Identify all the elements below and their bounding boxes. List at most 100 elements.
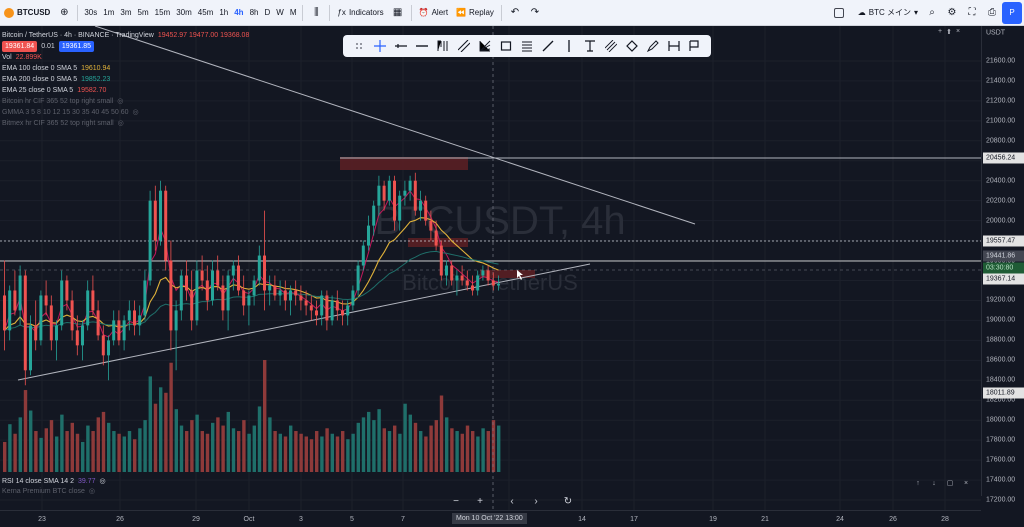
pane-down-icon[interactable]: ↓ [928,477,940,489]
undo-icon[interactable]: ↶ [505,0,525,26]
eye-off-icon[interactable]: ◎ [118,118,124,129]
search-icon[interactable]: ⌕ [922,0,942,26]
timeframe-D[interactable]: D [261,0,273,26]
gear-icon[interactable]: ⚙ [942,0,962,26]
redo-icon[interactable]: ↷ [525,0,545,26]
horizontal-ray-icon[interactable] [393,38,409,54]
volume-bar [185,431,189,472]
supply-zone-upper[interactable] [340,157,468,170]
add-pane-icon[interactable]: + [938,28,942,36]
volume-bar [278,433,282,472]
candle-body [263,255,266,291]
timeframe-8h[interactable]: 8h [247,0,262,26]
volume-bar [70,422,74,472]
indicators-button[interactable]: ƒx Indicators [333,0,387,26]
rsi-hidden-row[interactable]: Kerna Premium BTC close ◎ [2,487,106,497]
crosshair-icon[interactable] [372,38,388,54]
legend-hidden-indicator[interactable]: Bitcoin hr CIF 365 52 top right small ◎ [2,96,249,107]
timeframe-1m[interactable]: 1m [100,0,117,26]
candle-body [330,300,334,321]
candle-body [18,275,22,311]
sell-price-box[interactable]: 19361.84 [2,41,38,52]
legend-title[interactable]: Bitcoin / TetherUS · 4h · BINANCE · Trad… [2,30,154,41]
candle-body [408,180,412,191]
brush-icon[interactable] [603,38,619,54]
legend-hidden-indicator[interactable]: Bitmex hr CIF 365 52 top right small ◎ [2,118,249,129]
currency-label[interactable]: USDT [986,30,1005,37]
timeframe-M[interactable]: M [287,0,300,26]
timeframe-15m[interactable]: 15m [152,0,174,26]
timeframe-4h[interactable]: 4h [231,0,246,26]
volume-bar [39,437,43,472]
diamond-shape-icon[interactable] [624,38,640,54]
ascending-trendline[interactable] [17,263,591,381]
vertical-line-icon[interactable] [561,38,577,54]
trend-line-icon[interactable] [540,38,556,54]
candle-body [226,275,230,311]
volume-bar [190,420,194,472]
zoom-out-icon[interactable]: − [448,493,464,509]
reset-chart-icon[interactable]: ↻ [560,493,576,509]
pencil-icon[interactable] [645,38,661,54]
layout-menu-button[interactable]: ☁ BTC メイン ▾ [854,0,922,26]
pane-close-icon[interactable]: × [960,477,972,489]
volume-bar [169,362,173,472]
scroll-left-icon[interactable]: ‹ [504,493,520,509]
rectangle-icon[interactable] [498,38,514,54]
rsi-legend: RSI 14 close SMA 14 2 39.77 ◎ Kerna Prem… [2,477,106,497]
eye-off-icon[interactable]: ◎ [89,487,95,497]
timeframe-30s[interactable]: 30s [81,0,100,26]
eye-off-icon[interactable]: ◎ [132,107,138,118]
drag-handle-icon[interactable] [351,38,367,54]
alert-button[interactable]: ⏰ Alert [415,0,452,26]
bitcoin-logo-icon [4,7,14,18]
fib-fan-icon[interactable] [477,38,493,54]
legend-ema25-row[interactable]: EMA 25 close 0 SMA 5 19582.70 [2,85,249,96]
timeframe-30m[interactable]: 30m [173,0,195,26]
maximize-icon[interactable]: ▢ [944,477,956,489]
fib-retracement-icon[interactable] [519,38,535,54]
templates-grid-icon[interactable]: ▦ [388,0,408,26]
select-layout-checkbox[interactable] [833,7,844,18]
publish-button[interactable]: P [1002,1,1022,24]
scroll-right-icon[interactable]: › [528,493,544,509]
legend-hidden-indicator[interactable]: GMMA 3 5 8 10 12 15 30 35 40 45 50 60 ◎ [2,107,249,118]
price-axis[interactable]: USDT 21600.00 21400.00 21200.00 21000.00 208… [981,26,1024,504]
zoom-in-icon[interactable]: + [472,493,488,509]
candle-body [55,325,58,341]
pane-close-icon[interactable]: × [956,28,960,36]
legend-ema200-row[interactable]: EMA 200 close 0 SMA 5 19852.23 [2,74,249,85]
fullscreen-icon[interactable]: ⛶ [962,0,982,26]
timeframe-45m[interactable]: 45m [195,0,217,26]
measure-range-icon[interactable] [666,38,682,54]
pitchfork-icon[interactable] [435,38,451,54]
horizontal-line-icon[interactable] [414,38,430,54]
parallel-channel-icon[interactable] [456,38,472,54]
rsi-row[interactable]: RSI 14 close SMA 14 2 39.77 ◎ [2,477,106,487]
symbol-search-button[interactable]: BTCUSD [0,0,54,26]
timeframe-5m[interactable]: 5m [135,0,152,26]
candle-body [351,290,355,306]
text-tool-icon[interactable] [582,38,598,54]
time-tick-label: 21 [761,516,769,523]
eye-off-icon[interactable]: ◎ [100,477,106,487]
camera-icon[interactable]: ⎙ [982,0,1002,26]
timeframe-W[interactable]: W [273,0,287,26]
timeframe-3m[interactable]: 3m [117,0,134,26]
candle-style-icon[interactable]: ⫼ [306,0,326,26]
supply-zone-mid[interactable] [408,238,468,247]
pane-up-icon[interactable]: ⬆ [946,28,952,36]
buy-price-box[interactable]: 19361.85 [58,41,95,52]
pane-up-icon[interactable]: ↑ [912,477,924,489]
candle-body [424,200,428,221]
volume-label[interactable]: Vol [2,52,12,63]
eye-off-icon[interactable]: ◎ [117,96,123,107]
toolbar-divider [77,4,79,21]
price-tag-low: 18011.89 [983,387,1024,399]
legend-ema100-row[interactable]: EMA 100 close 0 SMA 5 19610.94 [2,63,249,74]
replay-button[interactable]: ⏪ Replay [452,0,498,26]
time-axis[interactable]: 2826242119171411753Oct292623 Mon 10 Oct … [0,510,981,527]
timeframe-1h[interactable]: 1h [216,0,231,26]
plus-circle-icon[interactable]: ⊕ [54,0,74,26]
flag-icon[interactable] [686,38,702,54]
